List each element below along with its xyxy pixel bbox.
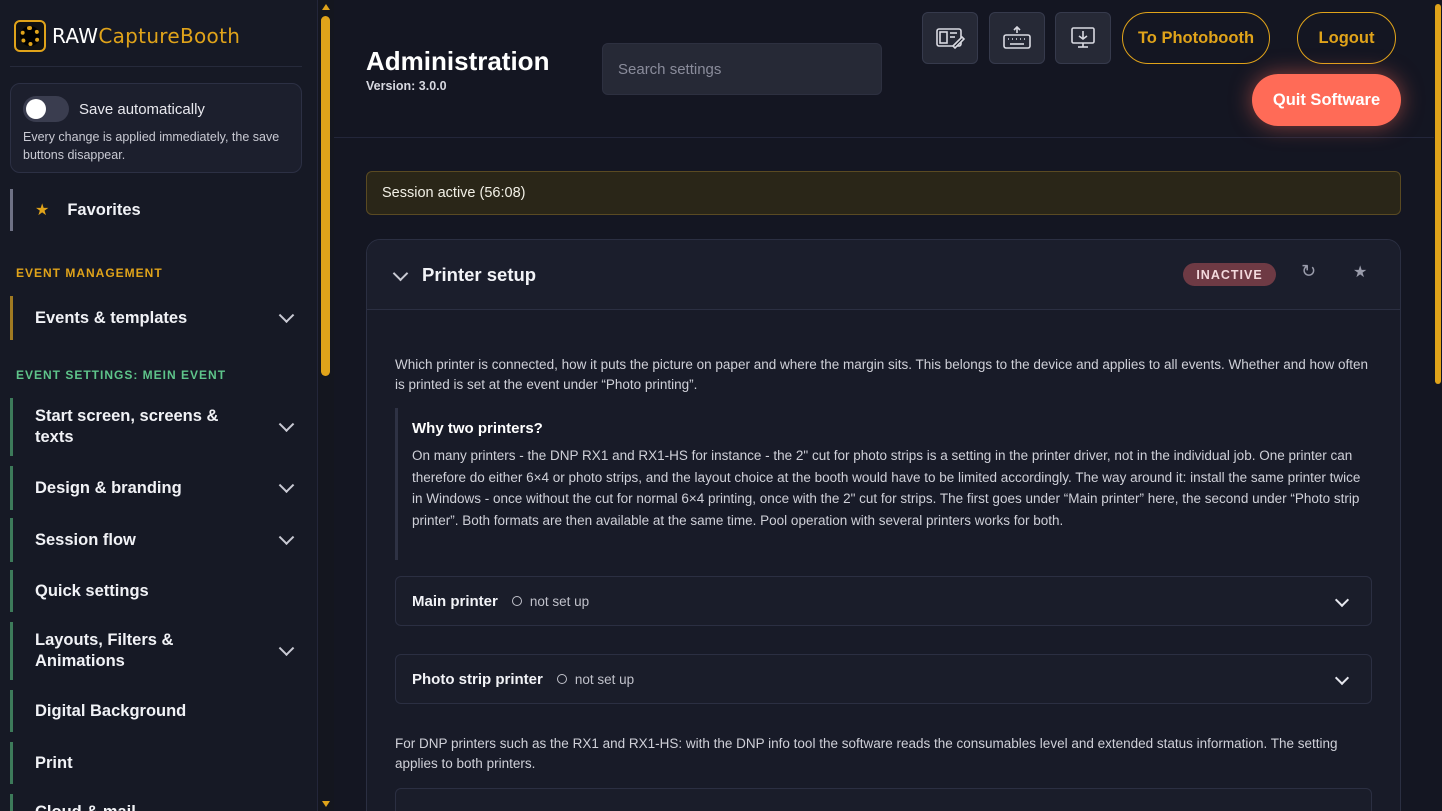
sidebar-item-label: Events & templates [35, 308, 188, 327]
section-title: Main printer [412, 592, 498, 610]
main-printer-section[interactable]: Main printer not set up [395, 576, 1372, 626]
chevron-down-icon [1334, 592, 1350, 608]
sidebar-item-label: Design & branding [35, 478, 182, 497]
status-badge: INACTIVE [1183, 263, 1276, 286]
section-event-management: EVENT MANAGEMENT [16, 266, 163, 280]
divider [10, 66, 302, 67]
sidebar: RAWCaptureBooth Save automatically Every… [0, 0, 318, 811]
app-logo[interactable]: RAWCaptureBooth [14, 20, 240, 52]
why-two-printers-note: Why two printers? On many printers - the… [395, 408, 1375, 560]
toggle-knob [26, 99, 46, 119]
sidebar-item-label: Digital Background [35, 701, 187, 720]
card-title: Printer setup [422, 264, 537, 285]
sidebar-item-digital-background[interactable]: Digital Background [10, 690, 306, 732]
monitor-download-icon [1071, 27, 1095, 48]
keyboard-button[interactable] [989, 12, 1045, 64]
photo-strip-printer-section[interactable]: Photo strip printer not set up [395, 654, 1372, 704]
note-text: On many printers - the DNP RX1 and RX1-H… [412, 448, 1361, 528]
layout-editor-button[interactable] [922, 12, 978, 64]
logo-rest: CaptureBooth [98, 24, 241, 48]
logout-button[interactable]: Logout [1297, 12, 1396, 64]
sidebar-item-label: Quick settings [35, 581, 149, 600]
status-text: not set up [574, 671, 635, 687]
sidebar-item-label: Start screen, screens & texts [35, 407, 219, 446]
status-text: not set up [529, 593, 590, 609]
chevron-down-icon [278, 307, 295, 324]
chevron-down-icon [278, 477, 295, 494]
sidebar-item-session-flow[interactable]: Session flow [10, 518, 306, 562]
session-status: Session active (56:08) [382, 185, 526, 201]
header: Administration Version: 3.0.0 To Photo [334, 0, 1434, 138]
status-circle-icon [511, 596, 522, 606]
main-scrollbar[interactable] [1434, 0, 1442, 811]
sidebar-item-quick-settings[interactable]: Quick settings [10, 570, 306, 612]
scroll-up-icon[interactable] [322, 4, 330, 10]
note-title: Why two printers? [412, 420, 543, 437]
chevron-down-icon [278, 640, 295, 657]
sidebar-item-label: Favorites [67, 200, 141, 219]
sidebar-item-cloud-mail[interactable]: Cloud & mail [10, 794, 306, 811]
section-event-settings: EVENT SETTINGS: MEIN EVENT [16, 368, 227, 382]
status-circle-icon [556, 674, 567, 684]
session-banner: Session active (56:08) [366, 171, 1401, 215]
star-icon: ★ [35, 202, 50, 219]
version-label: Version: 3.0.0 [366, 79, 447, 93]
sidebar-item-events-templates[interactable]: Events & templates [10, 296, 306, 340]
autosave-panel: Save automatically Every change is appli… [10, 83, 302, 173]
printer-setup-card: Printer setup INACTIVE ↻ ★ Which printer… [366, 239, 1401, 811]
keyboard-icon [1003, 26, 1031, 49]
printer-intro-text: Which printer is connected, how it puts … [395, 357, 1369, 392]
sidebar-item-label: Session flow [35, 530, 136, 549]
search-input[interactable] [602, 43, 882, 95]
display-button[interactable] [1055, 12, 1111, 64]
chevron-down-icon [278, 529, 295, 546]
sidebar-item-label: Print [35, 753, 73, 772]
section-title: Photo strip printer [412, 670, 543, 688]
sidebar-item-print[interactable]: Print [10, 742, 306, 784]
to-photobooth-button[interactable]: To Photobooth [1122, 12, 1270, 64]
chevron-down-icon [1334, 670, 1350, 686]
logo-raw: RAW [52, 24, 99, 48]
favorite-star-icon[interactable]: ★ [1353, 262, 1367, 282]
layout-edit-icon [936, 28, 965, 50]
reset-icon[interactable]: ↻ [1301, 261, 1316, 282]
sidebar-item-label: Cloud & mail [35, 803, 136, 811]
dnp-info-text: For DNP printers such as the RX1 and RX1… [395, 736, 1338, 771]
autosave-toggle[interactable] [23, 96, 69, 122]
autosave-title: Save automatically [79, 101, 205, 118]
sidebar-item-favorites[interactable]: ★ Favorites [10, 189, 306, 231]
sidebar-item-start-screen[interactable]: Start screen, screens & texts [10, 398, 306, 456]
scrollbar-thumb[interactable] [321, 16, 330, 376]
page-title: Administration [366, 46, 550, 76]
scroll-down-icon[interactable] [322, 801, 330, 807]
aperture-icon [14, 20, 46, 52]
chevron-down-icon [278, 416, 295, 433]
autosave-description: Every change is applied immediately, the… [23, 130, 280, 162]
scrollbar-thumb[interactable] [1435, 4, 1441, 384]
card-header[interactable]: Printer setup INACTIVE ↻ ★ [367, 240, 1400, 310]
chevron-down-icon[interactable] [392, 265, 409, 282]
sidebar-item-label: Layouts, Filters & Animations [35, 631, 174, 670]
dnp-info-section[interactable] [395, 788, 1372, 811]
sidebar-scrollbar[interactable] [318, 0, 334, 811]
sidebar-item-design-branding[interactable]: Design & branding [10, 466, 306, 510]
sidebar-item-layouts[interactable]: Layouts, Filters & Animations [10, 622, 306, 680]
quit-software-button[interactable]: Quit Software [1252, 74, 1401, 126]
logo-text: RAWCaptureBooth [52, 24, 240, 48]
